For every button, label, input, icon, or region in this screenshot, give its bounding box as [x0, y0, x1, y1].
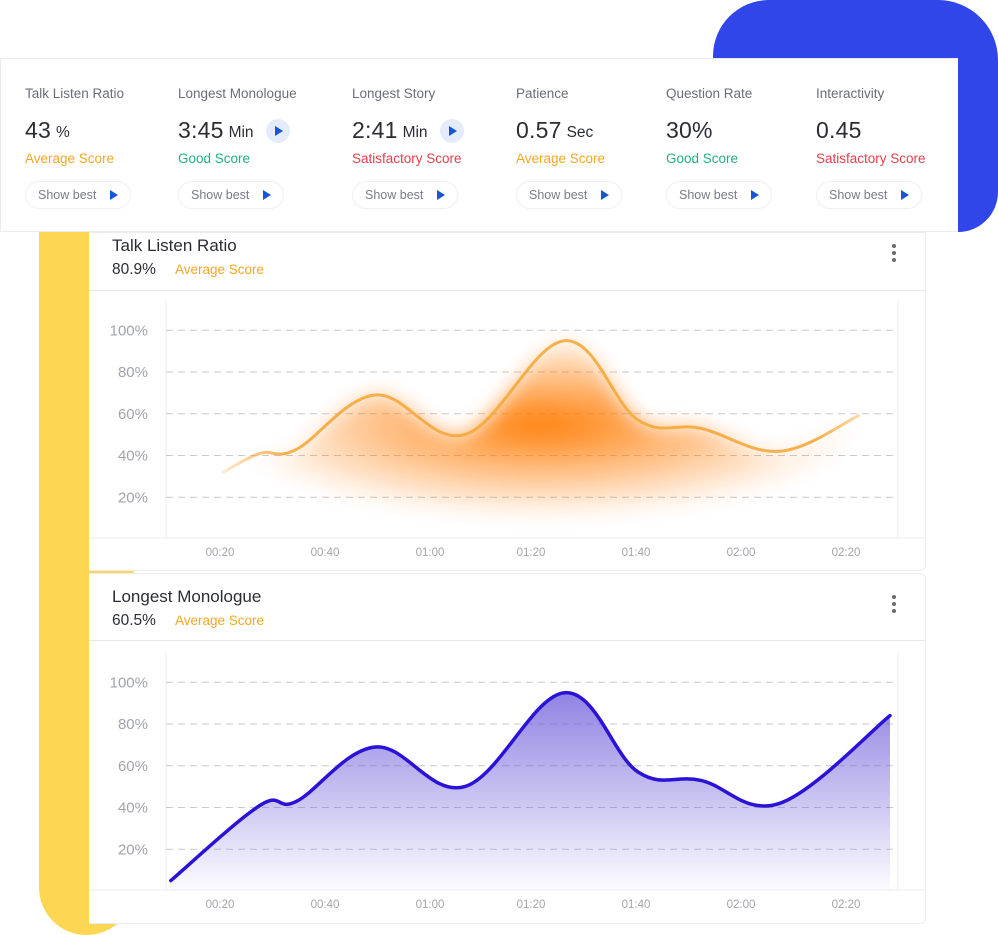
metric-unit: Min [402, 123, 428, 141]
chart-score-label: Average Score [174, 262, 265, 277]
chart-title: Longest Monologue [112, 587, 262, 606]
show-best-label: Show best [38, 188, 97, 202]
metric-value-row: 43% [25, 117, 70, 144]
chart-header: Longest Monologue 60.5% Average Score [89, 574, 925, 641]
metric-value: 2:41 [352, 117, 398, 143]
kebab-menu-icon[interactable] [889, 243, 899, 263]
chart-summary: 60.5% Average Score [112, 612, 264, 630]
metric-value: 0.45 [816, 117, 862, 143]
metric-value: 3:45 [178, 117, 224, 143]
play-icon [263, 190, 272, 200]
show-best-label: Show best [191, 188, 250, 202]
metric-value-row: 0.57 Sec [516, 117, 593, 144]
metric-value-row: 3:45 Min [178, 117, 290, 144]
metric-value-row: 30% [666, 117, 713, 144]
show-best-button[interactable]: Show best [516, 181, 623, 209]
show-best-button[interactable]: Show best [816, 181, 923, 209]
metric-label: Talk Listen Ratio [25, 86, 125, 101]
metric-label: Question Rate [666, 86, 753, 101]
metric-value-row: 2:41 Min [352, 117, 464, 144]
chart-header: Talk Listen Ratio 80.9% Average Score [89, 233, 925, 291]
play-button[interactable] [439, 118, 464, 143]
metric-score-label: Satisfactory Score [352, 151, 462, 166]
metric-label: Interactivity [816, 86, 885, 101]
kebab-menu-icon[interactable] [889, 594, 899, 614]
show-best-button[interactable]: Show best [25, 181, 132, 209]
play-icon [448, 125, 457, 136]
show-best-label: Show best [829, 188, 888, 202]
metric-label: Longest Story [352, 86, 436, 101]
play-icon [901, 190, 910, 200]
chart-percent: 80.9% [112, 261, 156, 278]
show-best-button[interactable]: Show best [352, 181, 459, 209]
play-button[interactable] [265, 118, 290, 143]
metric-label: Patience [516, 86, 569, 101]
metric-value: 43 [25, 117, 51, 143]
chart-title: Talk Listen Ratio [112, 236, 237, 255]
metric-score-label: Good Score [178, 151, 251, 166]
chart-summary: 80.9% Average Score [112, 261, 264, 279]
show-best-button[interactable]: Show best [666, 181, 773, 209]
metric-value: 30% [666, 117, 713, 143]
metric-score-label: Good Score [666, 151, 739, 166]
metric-unit: % [55, 123, 70, 141]
metric-label: Longest Monologue [178, 86, 297, 101]
metric-score-label: Satisfactory Score [816, 151, 926, 166]
metric-value: 0.57 [516, 117, 562, 143]
metric-value-row: 0.45 [816, 117, 862, 144]
metrics-summary-card: Talk Listen Ratio 43% Average Score Show be… [0, 58, 958, 232]
metric-unit: Min [228, 123, 254, 141]
show-best-label: Show best [529, 188, 588, 202]
metric-unit: Sec [566, 123, 594, 141]
play-icon [437, 190, 446, 200]
show-best-label: Show best [679, 188, 738, 202]
play-icon [751, 190, 760, 200]
talk-listen-ratio-chart-card: Talk Listen Ratio 80.9% Average Score [89, 232, 926, 571]
play-icon [110, 190, 119, 200]
metric-score-label: Average Score [516, 151, 606, 166]
play-icon [601, 190, 610, 200]
show-best-button[interactable]: Show best [178, 181, 285, 209]
longest-monologue-chart-card: Longest Monologue 60.5% Average Score [89, 573, 926, 924]
show-best-label: Show best [365, 188, 424, 202]
chart-percent: 60.5% [112, 612, 156, 629]
play-icon [274, 125, 283, 136]
chart-score-label: Average Score [174, 613, 265, 628]
metric-score-label: Average Score [25, 151, 115, 166]
